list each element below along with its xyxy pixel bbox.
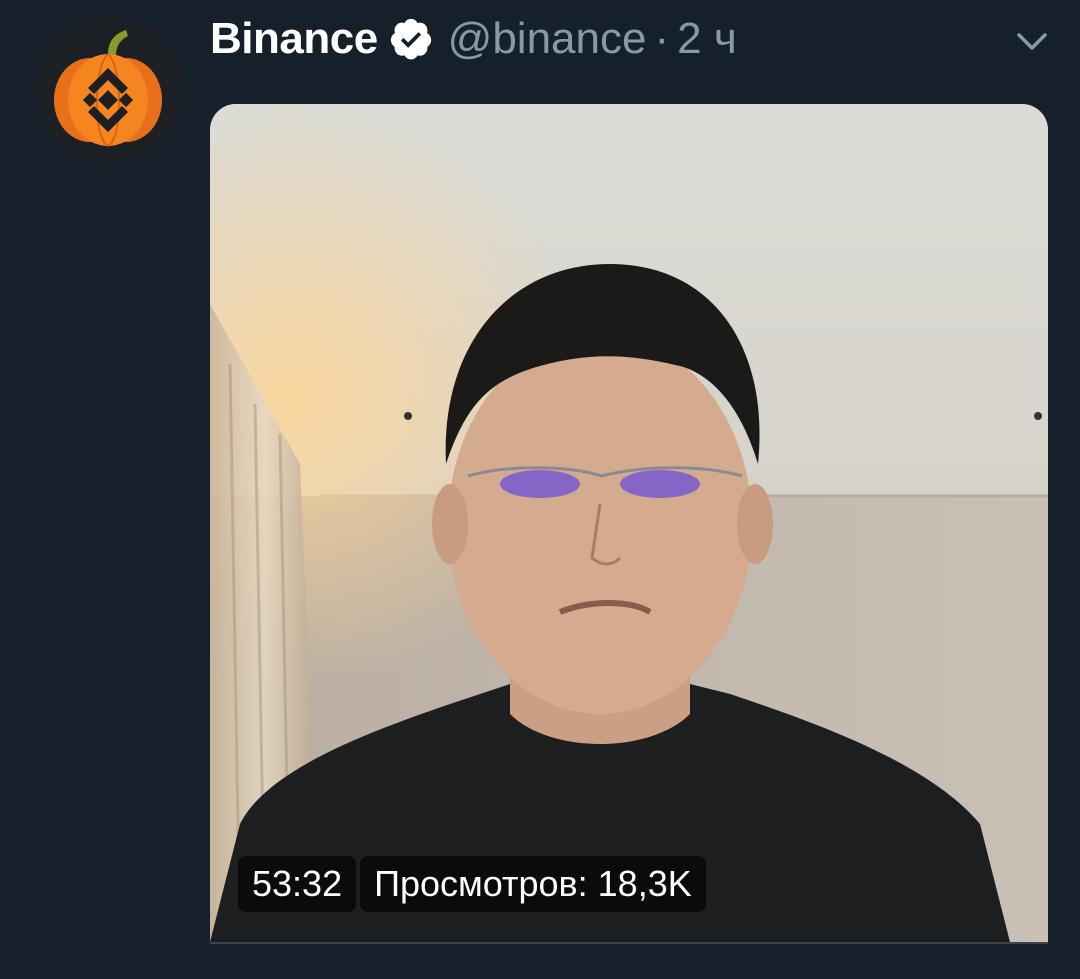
media-footer-divider xyxy=(210,942,1048,979)
video-view-count: Просмотров: 18,3K xyxy=(360,856,706,912)
tweet-header: Binance @binance · 2 ч xyxy=(210,6,737,72)
handle[interactable]: @binance xyxy=(448,14,647,64)
avatar[interactable] xyxy=(34,16,182,164)
video-thumbnail xyxy=(210,104,1048,942)
video-player[interactable]: 53:32 Просмотров: 18,3K xyxy=(210,104,1048,942)
timestamp[interactable]: 2 ч xyxy=(677,14,737,64)
separator: · xyxy=(654,14,670,63)
video-duration: 53:32 xyxy=(238,856,357,912)
chevron-down-icon[interactable] xyxy=(1010,20,1054,64)
tweet: Binance @binance · 2 ч 53:32 Просмотров:… xyxy=(0,0,1080,979)
binance-pumpkin-logo-icon xyxy=(34,16,182,164)
verified-badge-icon xyxy=(390,18,431,60)
video-info-badge: 53:32 Просмотров: 18,3K xyxy=(238,856,706,912)
display-name[interactable]: Binance xyxy=(210,14,378,64)
